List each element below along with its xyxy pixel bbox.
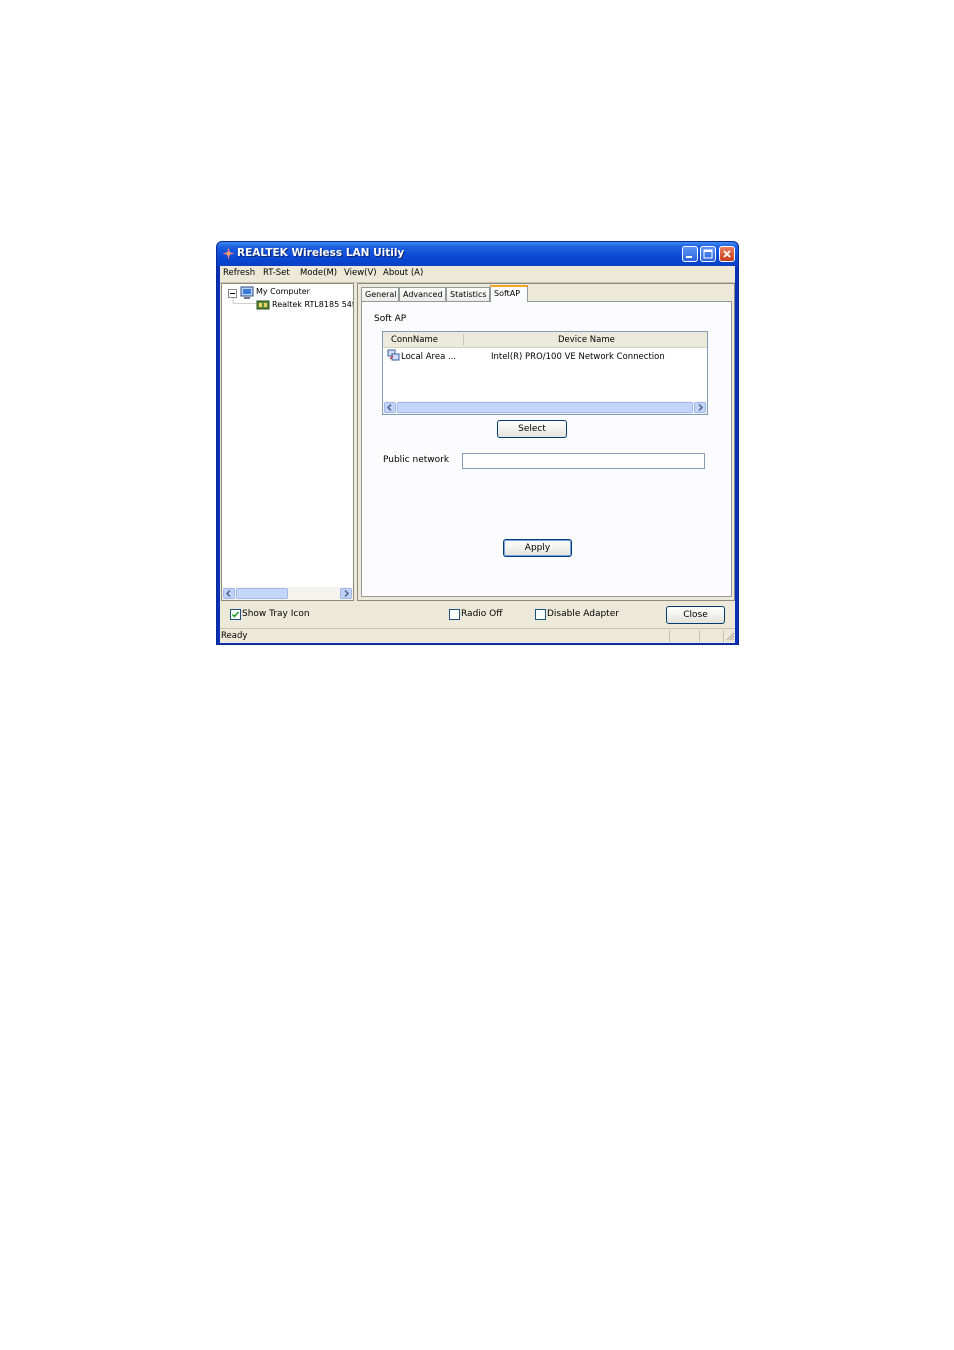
scroll-left-arrow[interactable]	[223, 588, 235, 599]
chevron-right-icon	[698, 403, 704, 412]
column-divider[interactable]	[463, 334, 464, 345]
status-divider	[723, 630, 724, 642]
status-text: Ready	[221, 631, 248, 641]
chevron-left-icon	[386, 403, 392, 412]
maximize-icon	[703, 249, 713, 259]
tree-item-realtek-adapter[interactable]: Realtek RTL8185 54f	[272, 300, 353, 309]
tree-item-my-computer[interactable]: My Computer	[256, 287, 310, 296]
public-network-field[interactable]	[462, 453, 705, 469]
minimize-button[interactable]	[682, 246, 698, 262]
column-header-device-name[interactable]: Device Name	[558, 335, 615, 345]
scroll-right-arrow[interactable]	[340, 588, 352, 599]
close-window-button[interactable]	[719, 246, 735, 262]
chevron-left-icon	[225, 589, 231, 598]
list-horizontal-scrollbar[interactable]	[383, 401, 707, 414]
menu-refresh[interactable]: Refresh	[223, 268, 255, 278]
radio-off-checkbox[interactable]	[449, 609, 460, 620]
disable-adapter-checkbox[interactable]	[535, 609, 546, 620]
status-divider	[669, 630, 670, 642]
list-header: ConnName Device Name	[383, 332, 707, 348]
checkmark-icon	[231, 611, 240, 618]
maximize-button[interactable]	[700, 246, 716, 262]
window-title: REALTEK Wireless LAN Uitily	[237, 247, 405, 259]
status-divider	[699, 630, 700, 642]
chevron-right-icon	[344, 589, 350, 598]
menu-view[interactable]: View(V)	[344, 268, 377, 278]
tab-softap[interactable]: SoftAP	[490, 285, 528, 302]
bottom-bar: Show Tray Icon Radio Off Disable Adapter…	[220, 603, 735, 627]
soft-ap-group-title: Soft AP	[374, 314, 407, 324]
scroll-right-arrow[interactable]	[694, 402, 706, 413]
network-connection-icon	[387, 349, 400, 361]
menu-bar: Refresh RT-Set Mode(M) View(V) About (A)	[220, 266, 735, 283]
tree-horizontal-scrollbar[interactable]	[222, 587, 353, 600]
show-tray-icon-label[interactable]: Show Tray Icon	[242, 609, 310, 619]
tab-general[interactable]: General	[361, 287, 399, 301]
title-bar[interactable]: REALTEK Wireless LAN Uitily	[217, 242, 738, 266]
minimize-icon	[686, 256, 692, 258]
settings-panel: General Advanced Statistics SoftAP Soft …	[357, 283, 735, 601]
device-tree[interactable]: My Computer Realtek RTL8185 54f	[221, 283, 354, 601]
client-area: Refresh RT-Set Mode(M) View(V) About (A)…	[220, 266, 735, 643]
cell-connname: Local Area ...	[401, 352, 457, 362]
select-button[interactable]: Select	[497, 420, 567, 438]
tree-connector	[232, 298, 256, 304]
public-network-label: Public network	[383, 455, 450, 465]
menu-rt-set[interactable]: RT-Set	[263, 268, 290, 278]
close-button[interactable]: Close	[666, 606, 725, 624]
tab-advanced[interactable]: Advanced	[399, 287, 446, 301]
menu-mode[interactable]: Mode(M)	[300, 268, 337, 278]
realtek-app-icon	[222, 247, 235, 260]
status-bar: Ready	[220, 628, 735, 643]
apply-button[interactable]: Apply	[503, 539, 572, 557]
menu-about[interactable]: About (A)	[383, 268, 423, 278]
tab-statistics[interactable]: Statistics	[446, 287, 490, 301]
column-header-connname[interactable]: ConnName	[391, 335, 438, 345]
disable-adapter-label[interactable]: Disable Adapter	[547, 609, 619, 619]
scroll-thumb[interactable]	[397, 402, 693, 413]
resize-grip-icon[interactable]	[725, 631, 735, 641]
radio-off-label[interactable]: Radio Off	[461, 609, 502, 619]
network-adapter-icon	[256, 300, 270, 310]
softap-tab-page: Soft AP ConnName Device Name Local Area …	[361, 301, 732, 597]
show-tray-icon-checkbox[interactable]	[230, 609, 241, 620]
close-icon	[723, 250, 731, 258]
scroll-thumb[interactable]	[236, 588, 288, 599]
connection-list[interactable]: ConnName Device Name Local Area ... Inte…	[382, 331, 708, 415]
app-window: REALTEK Wireless LAN Uitily Refresh RT-S…	[216, 241, 739, 645]
scroll-left-arrow[interactable]	[384, 402, 396, 413]
cell-device-name: Intel(R) PRO/100 VE Network Connection	[491, 352, 665, 362]
